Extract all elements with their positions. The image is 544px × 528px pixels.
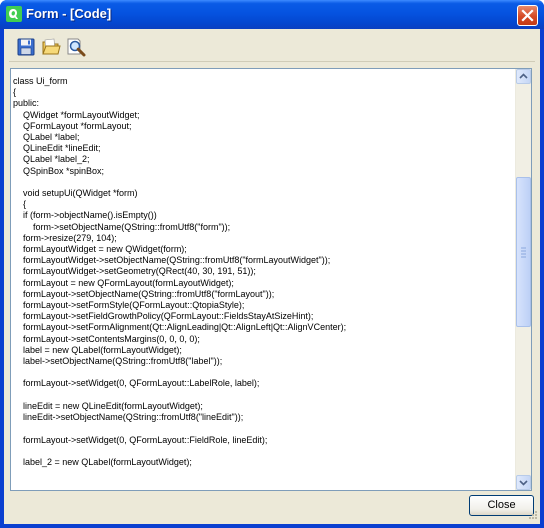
code-line: formLayout->setContentsMargins(0, 0, 0, … — [13, 333, 200, 344]
code-line: { — [13, 87, 17, 98]
code-line: lineEdit = new QLineEdit(formLayoutWidge… — [13, 400, 203, 411]
code-line: QLabel *label_2; — [13, 154, 90, 165]
code-line: QSpinBox *spinBox; — [13, 165, 105, 176]
dialog-client-area: class Ui_form{public: QWidget *formLayou… — [4, 29, 540, 524]
code-line: public: — [13, 98, 40, 109]
code-line: formLayout->setWidget(0, QFormLayout::Fi… — [13, 434, 268, 445]
code-line: form->resize(279, 104); — [13, 232, 117, 243]
code-line: QLabel *label; — [13, 132, 80, 143]
code-line: QLineEdit *lineEdit; — [13, 143, 101, 154]
code-line: formLayout->setFormAlignment(Qt::AlignLe… — [13, 322, 347, 333]
code-text: class Ui_form{public: QWidget *formLayou… — [13, 76, 515, 468]
close-icon — [521, 9, 534, 22]
scroll-down-button[interactable] — [516, 475, 531, 490]
open-folder-icon — [42, 38, 61, 55]
code-line: formLayoutWidget->setObjectName(QString:… — [13, 255, 331, 266]
code-line: QFormLayout *formLayout; — [13, 120, 132, 131]
chevron-down-icon — [519, 480, 528, 486]
code-line: label = new QLabel(formLayoutWidget); — [13, 344, 182, 355]
code-line: label->setObjectName(QString::fromUtf8("… — [13, 356, 223, 367]
qt-designer-app-icon — [6, 6, 22, 22]
code-line: label_2 = new QLabel(formLayoutWidget); — [13, 456, 192, 467]
code-line: formLayoutWidget = new QWidget(form); — [13, 244, 187, 255]
title-bar[interactable]: Form - [Code] — [0, 0, 544, 29]
code-line: void setupUi(QWidget *form) — [13, 188, 138, 199]
find-button[interactable] — [65, 36, 87, 58]
chevron-up-icon — [519, 73, 528, 79]
window-title: Form - [Code] — [26, 6, 112, 21]
form-code-window: Form - [Code] class Ui_form {public: QW… — [0, 0, 544, 528]
code-line: QWidget *formLayoutWidget; — [13, 109, 140, 120]
save-button[interactable] — [15, 36, 37, 58]
window-close-button[interactable] — [517, 5, 538, 26]
scroll-thumb[interactable] — [516, 177, 531, 327]
grip-lines-icon — [521, 247, 526, 258]
scroll-up-button[interactable] — [516, 69, 531, 84]
code-line: if (form->objectName().isEmpty()) — [13, 210, 157, 221]
code-line: { — [13, 199, 27, 210]
code-line: class Ui_form — [13, 76, 68, 86]
toolbar — [9, 33, 535, 62]
resize-grip-icon[interactable] — [527, 511, 537, 521]
code-editor[interactable]: class Ui_form{public: QWidget *formLayou… — [10, 68, 532, 491]
code-line: form->setObjectName(QString::fromUtf8("f… — [13, 221, 231, 232]
save-icon — [17, 38, 35, 56]
find-icon — [67, 38, 86, 57]
code-line: formLayout->setWidget(0, QFormLayout::La… — [13, 378, 260, 389]
code-line: formLayout->setFormStyle(QFormLayout::Qt… — [13, 300, 245, 311]
code-line: lineEdit->setObjectName(QString::fromUtf… — [13, 412, 244, 423]
close-button[interactable]: Close — [469, 495, 534, 516]
code-line: formLayoutWidget->setGeometry(QRect(40, … — [13, 266, 256, 277]
code-line: formLayout->setFieldGrowthPolicy(QFormLa… — [13, 311, 314, 322]
code-line: formLayout = new QFormLayout(formLayoutW… — [13, 277, 234, 288]
code-line: formLayout->setObjectName(QString::fromU… — [13, 288, 275, 299]
vertical-scrollbar[interactable] — [515, 69, 531, 490]
open-button[interactable] — [40, 36, 62, 58]
